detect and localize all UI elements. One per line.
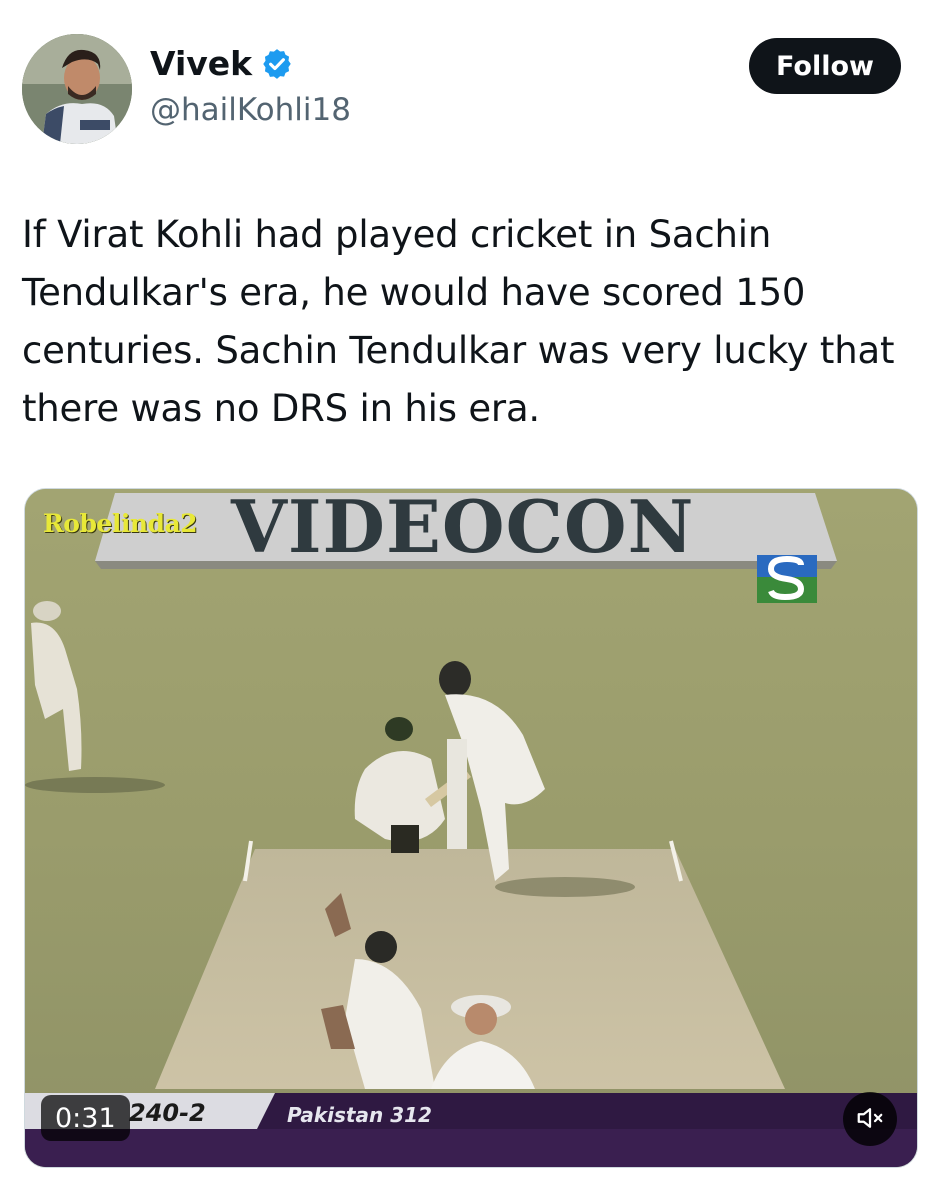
- name-row: Vivek: [150, 44, 294, 83]
- verified-badge-icon: [260, 47, 294, 81]
- display-name[interactable]: Vivek: [150, 44, 252, 83]
- avatar[interactable]: [22, 34, 132, 144]
- video-watermark: Robelinda2: [43, 509, 198, 538]
- score-bar: 240-2 Pakistan 312: [25, 1089, 917, 1167]
- sony-channel-logo: [757, 555, 817, 603]
- ad-board-text: VIDEOCON: [231, 488, 695, 569]
- tweet-header: Vivek @hailKohli18 Follow: [0, 0, 940, 160]
- video-timestamp: 0:31: [41, 1095, 130, 1141]
- profile-photo: [22, 34, 132, 144]
- user-handle[interactable]: @hailKohli18: [150, 92, 351, 128]
- speaker-muted-icon: [855, 1103, 885, 1136]
- unmute-button[interactable]: [843, 1092, 897, 1146]
- follow-button[interactable]: Follow: [749, 38, 901, 94]
- opponent-score: Pakistan 312: [287, 1103, 432, 1127]
- batting-score: 240-2: [129, 1099, 206, 1127]
- video-player[interactable]: VIDEOCON Robelinda2 240-2 Pakistan 312 0…: [24, 488, 918, 1168]
- tweet-text: If Virat Kohli had played cricket in Sac…: [22, 213, 895, 430]
